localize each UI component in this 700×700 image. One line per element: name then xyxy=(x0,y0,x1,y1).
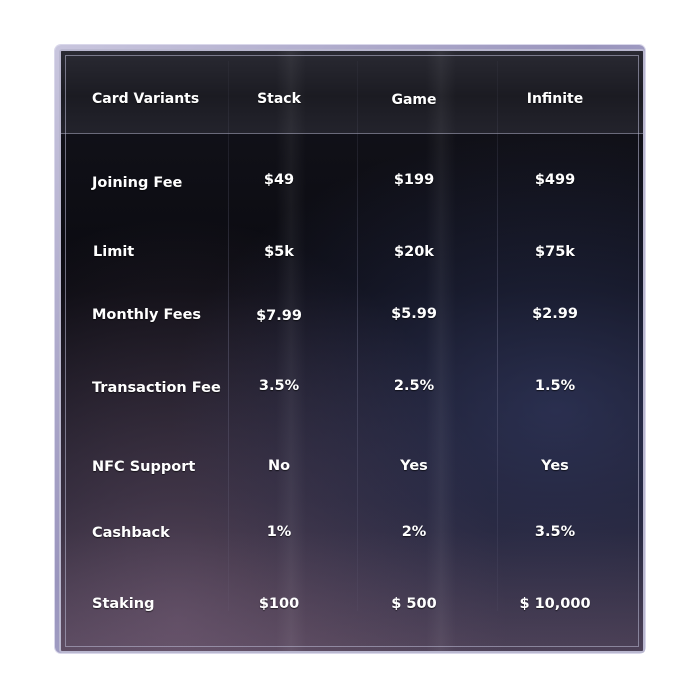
cell-monthly-fees-stack: $7.99 xyxy=(256,308,302,324)
cell-monthly-fees-infinite: $2.99 xyxy=(532,306,578,322)
row-label-staking: Staking xyxy=(92,596,155,612)
row-label-nfc-support: NFC Support xyxy=(92,459,196,475)
cell-nfc-support-infinite: Yes xyxy=(541,458,569,474)
cell-staking-game: $ 500 xyxy=(391,596,437,612)
page: Card Variants Stack Game Infinite Joinin… xyxy=(0,0,700,700)
cell-staking-infinite: $ 10,000 xyxy=(519,596,591,612)
cell-joining-fee-infinite: $499 xyxy=(534,172,576,188)
cell-nfc-support-game: Yes xyxy=(400,458,428,474)
row-label-limit: Limit xyxy=(93,244,135,260)
cell-monthly-fees-game: $5.99 xyxy=(391,306,437,322)
cell-cashback-game: 2% xyxy=(401,524,427,540)
column-header-stack: Stack xyxy=(257,91,301,107)
row-label-transaction-fee: Transaction Fee xyxy=(92,380,221,396)
cell-joining-fee-stack: $49 xyxy=(263,172,295,188)
cell-nfc-support-stack: No xyxy=(267,458,291,474)
column-header-infinite: Infinite xyxy=(526,91,584,107)
cell-transaction-fee-stack: 3.5% xyxy=(258,378,300,394)
comparison-table: Card Variants Stack Game Infinite Joinin… xyxy=(59,49,645,653)
row-label-joining-fee: Joining Fee xyxy=(92,175,183,191)
row-label-monthly-fees: Monthly Fees xyxy=(92,307,202,323)
cell-cashback-infinite: 3.5% xyxy=(534,524,576,540)
cell-transaction-fee-infinite: 1.5% xyxy=(534,378,576,394)
column-header-game: Game xyxy=(391,92,437,108)
cell-limit-stack: $5k xyxy=(264,244,294,260)
cell-staking-stack: $100 xyxy=(258,596,300,612)
cell-limit-infinite: $75k xyxy=(535,244,575,260)
cell-cashback-stack: 1% xyxy=(266,524,292,540)
header-row-label: Card Variants xyxy=(92,91,200,107)
cell-transaction-fee-game: 2.5% xyxy=(393,378,435,394)
row-label-cashback: Cashback xyxy=(92,525,170,541)
cell-limit-game: $20k xyxy=(394,244,434,260)
cell-joining-fee-game: $199 xyxy=(393,172,435,188)
table-inner-border xyxy=(65,55,639,647)
